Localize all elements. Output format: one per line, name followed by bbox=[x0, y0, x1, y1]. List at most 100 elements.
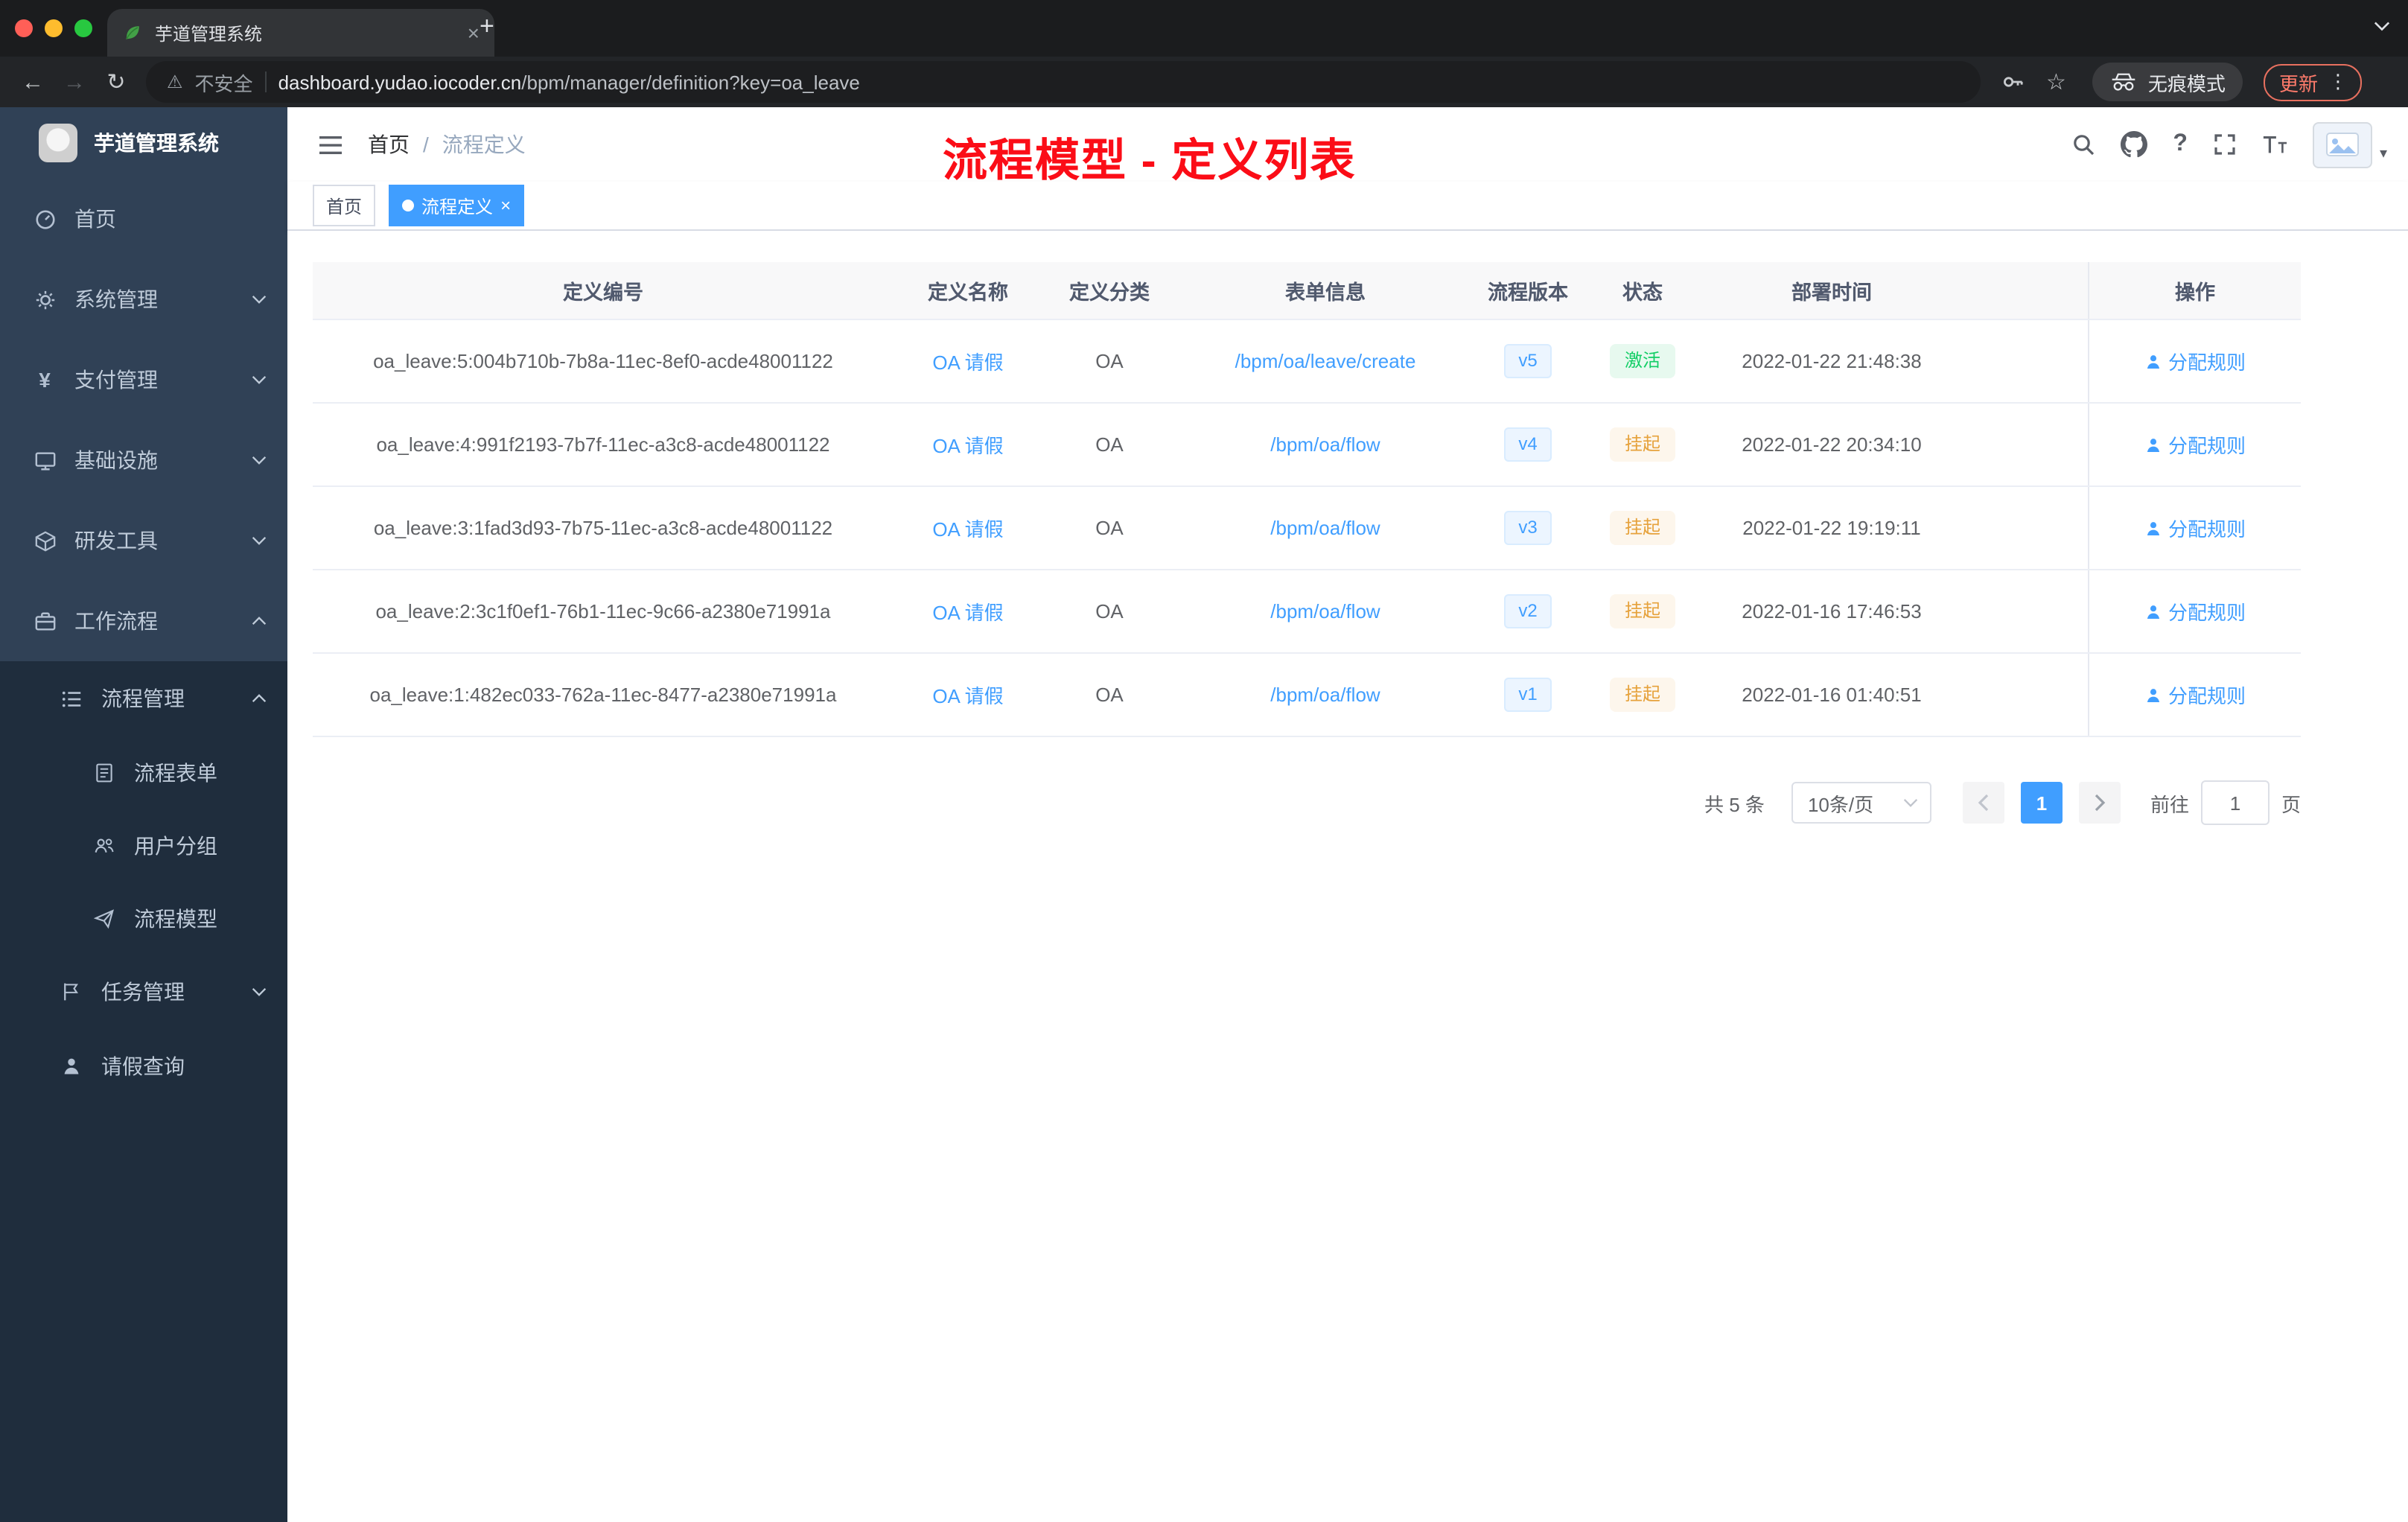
chevron-down-icon bbox=[252, 456, 267, 465]
goto-page-input[interactable] bbox=[2200, 780, 2270, 825]
new-tab-button[interactable]: + bbox=[480, 12, 494, 42]
sidebar-item-dev-tools[interactable]: 研发工具 bbox=[0, 500, 287, 581]
form-link[interactable]: /bpm/oa/flow bbox=[1270, 684, 1380, 706]
chevron-down-icon bbox=[252, 987, 267, 996]
cell-deploy-time: 2022-01-16 01:40:51 bbox=[1742, 684, 1922, 706]
sidebar-item-process-model[interactable]: 流程模型 bbox=[0, 882, 287, 955]
user-avatar[interactable] bbox=[2312, 121, 2372, 168]
font-size-icon[interactable] bbox=[2262, 134, 2287, 155]
breadcrumb-current: 流程定义 bbox=[442, 133, 526, 156]
sidebar-item-home[interactable]: 首页 bbox=[0, 179, 287, 259]
assign-rule-button[interactable]: 分配规则 bbox=[2144, 681, 2246, 709]
chevron-up-icon bbox=[252, 617, 267, 625]
next-page-button[interactable] bbox=[2078, 782, 2121, 824]
status-badge: 激活 bbox=[1609, 344, 1675, 378]
form-link[interactable]: /bpm/oa/leave/create bbox=[1235, 350, 1416, 372]
back-icon[interactable]: ← bbox=[12, 69, 54, 95]
zoom-window-button[interactable] bbox=[74, 19, 92, 37]
github-icon[interactable] bbox=[2121, 131, 2148, 158]
definition-name-link[interactable]: OA 请假 bbox=[932, 514, 1003, 542]
sidebar-item-workflow[interactable]: 工作流程 bbox=[0, 581, 287, 661]
tab-title: 芋道管理系统 bbox=[155, 23, 263, 44]
total-count-label: 共 5 条 bbox=[1704, 793, 1765, 815]
status-badge: 挂起 bbox=[1609, 678, 1675, 712]
col-form-info: 表单信息 bbox=[1285, 281, 1366, 304]
forward-icon[interactable]: → bbox=[54, 69, 95, 95]
definition-name-link[interactable]: OA 请假 bbox=[932, 430, 1003, 459]
status-badge: 挂起 bbox=[1609, 511, 1675, 545]
sidebar-item-task-management[interactable]: 任务管理 bbox=[0, 955, 287, 1029]
sidebar-item-process-management[interactable]: 流程管理 bbox=[0, 661, 287, 736]
browser-update-button[interactable]: 更新 ⋮ bbox=[2264, 63, 2363, 101]
goto-label: 前往 bbox=[2150, 793, 2189, 815]
assign-rule-button[interactable]: 分配规则 bbox=[2144, 514, 2246, 542]
paper-plane-icon bbox=[92, 908, 116, 929]
cell-filler bbox=[1960, 570, 2088, 652]
avatar-caret-down-icon[interactable]: ▾ bbox=[2380, 145, 2387, 162]
version-badge: v2 bbox=[1503, 594, 1552, 628]
sidebar-item-user-group[interactable]: 用户分组 bbox=[0, 809, 287, 882]
minimize-window-button[interactable] bbox=[45, 19, 63, 37]
definition-table: 定义编号 定义名称 定义分类 表单信息 流程版本 状态 部署时间 操作 oa_l… bbox=[313, 262, 2301, 737]
definition-name-link[interactable]: OA 请假 bbox=[932, 347, 1003, 375]
form-link[interactable]: /bpm/oa/flow bbox=[1270, 600, 1380, 623]
version-badge: v5 bbox=[1503, 344, 1552, 378]
password-key-icon[interactable] bbox=[2001, 70, 2025, 94]
sidebar-item-payment[interactable]: ¥ 支付管理 bbox=[0, 340, 287, 420]
page-number-button[interactable]: 1 bbox=[2020, 782, 2063, 824]
page-size-select[interactable]: 10条/页 bbox=[1791, 782, 1931, 824]
tab-search-chevron-icon[interactable] bbox=[2374, 21, 2390, 31]
close-window-button[interactable] bbox=[15, 19, 33, 37]
tag-close-icon[interactable]: × bbox=[500, 197, 511, 214]
cell-category: OA bbox=[1095, 517, 1124, 539]
tag-home[interactable]: 首页 bbox=[313, 185, 376, 226]
definition-name-link[interactable]: OA 请假 bbox=[932, 681, 1003, 709]
version-badge: v1 bbox=[1503, 678, 1552, 712]
fullscreen-icon[interactable] bbox=[2213, 133, 2237, 156]
search-icon[interactable] bbox=[2071, 133, 2095, 156]
yen-icon: ¥ bbox=[39, 368, 51, 392]
form-link[interactable]: /bpm/oa/flow bbox=[1270, 517, 1380, 539]
cell-deploy-time: 2022-01-16 17:46:53 bbox=[1742, 600, 1922, 623]
sidebar-item-process-form[interactable]: 流程表单 bbox=[0, 736, 287, 809]
col-filler bbox=[1960, 262, 2088, 319]
col-definition-name: 定义名称 bbox=[928, 281, 1008, 304]
bookmark-star-icon[interactable]: ☆ bbox=[2046, 69, 2066, 95]
app-logo-avatar bbox=[39, 124, 77, 162]
sidebar-item-infrastructure[interactable]: 基础设施 bbox=[0, 420, 287, 500]
help-icon[interactable]: ? bbox=[2173, 131, 2188, 158]
col-deploy-time: 部署时间 bbox=[1791, 281, 1872, 304]
cell-definition-id: oa_leave:3:1fad3d93-7b75-11ec-a3c8-acde4… bbox=[373, 517, 833, 539]
assign-rule-button[interactable]: 分配规则 bbox=[2144, 597, 2246, 625]
sidebar-item-leave-query[interactable]: 请假查询 bbox=[0, 1029, 287, 1104]
table-row: oa_leave:1:482ec033-762a-11ec-8477-a2380… bbox=[313, 654, 2301, 737]
reload-icon[interactable]: ↻ bbox=[95, 69, 137, 95]
monitor-icon bbox=[33, 449, 57, 471]
cell-filler bbox=[1960, 404, 2088, 485]
briefcase-icon bbox=[33, 610, 57, 632]
cell-filler bbox=[1960, 654, 2088, 736]
breadcrumb-home[interactable]: 首页 bbox=[368, 130, 410, 159]
form-link[interactable]: /bpm/oa/flow bbox=[1270, 433, 1380, 456]
app-title: 芋道管理系统 bbox=[94, 131, 219, 155]
browser-tab[interactable]: 芋道管理系统 × bbox=[107, 9, 494, 57]
cell-category: OA bbox=[1095, 684, 1124, 706]
assign-rule-button[interactable]: 分配规则 bbox=[2144, 430, 2246, 459]
chevron-down-icon bbox=[252, 295, 267, 304]
assign-rule-button[interactable]: 分配规则 bbox=[2144, 347, 2246, 375]
breadcrumb: 首页 / 流程定义 bbox=[368, 130, 526, 159]
pagination: 共 5 条 10条/页 1 前往 页 bbox=[287, 780, 2301, 825]
prev-page-button[interactable] bbox=[1962, 782, 2004, 824]
person-icon bbox=[60, 1056, 83, 1077]
tag-process-definition[interactable]: 流程定义 × bbox=[389, 185, 525, 226]
definition-name-link[interactable]: OA 请假 bbox=[932, 597, 1003, 625]
cell-category: OA bbox=[1095, 600, 1124, 623]
cell-category: OA bbox=[1095, 433, 1124, 456]
menu-kebab-icon[interactable]: ⋮ bbox=[2328, 70, 2348, 94]
sidebar: 芋道管理系统 首页 系统管理 ¥ 支付管理 基础设施 研发工具 工作流程 流程管… bbox=[0, 107, 287, 1522]
sidebar-toggle-icon[interactable] bbox=[317, 133, 344, 156]
annotation-title: 流程模型 - 定义列表 bbox=[943, 137, 1357, 186]
sidebar-item-system[interactable]: 系统管理 bbox=[0, 259, 287, 340]
tab-close-icon[interactable]: × bbox=[468, 22, 480, 43]
address-bar[interactable]: ⚠ 不安全 dashboard.yudao.iocoder.cn/bpm/man… bbox=[146, 61, 1981, 103]
